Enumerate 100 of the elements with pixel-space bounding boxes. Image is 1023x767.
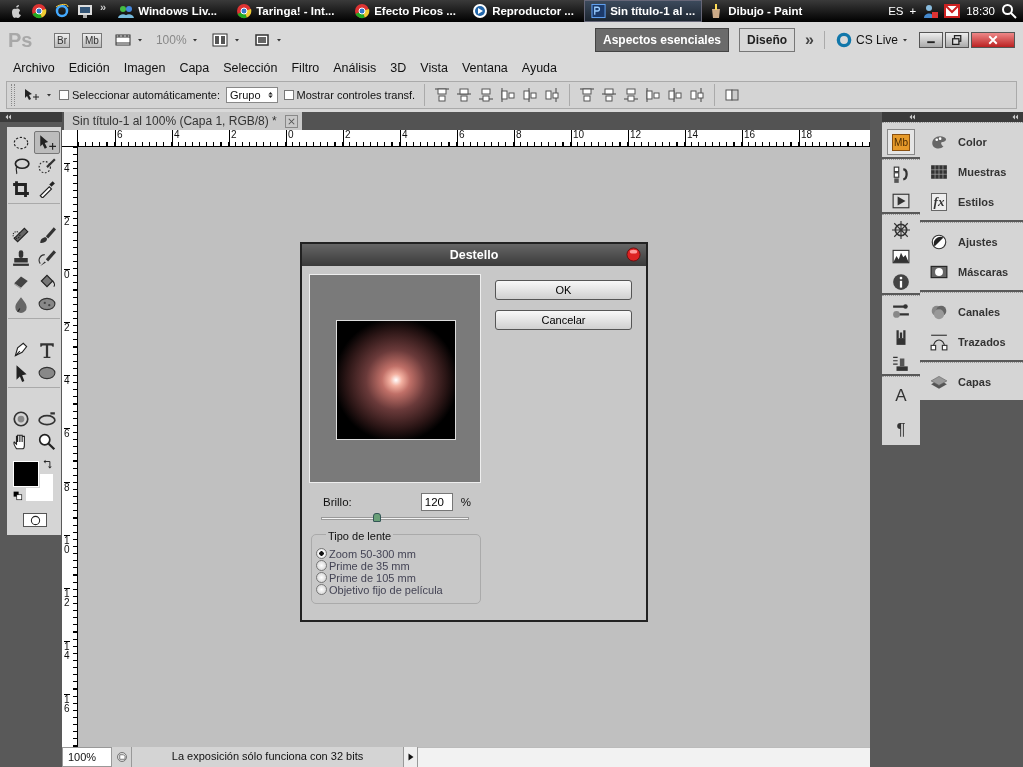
film-strip-icon[interactable] [113, 32, 132, 48]
caret-icon[interactable] [274, 36, 283, 44]
round-logo-icon[interactable] [31, 3, 47, 19]
character-button[interactable]: A [887, 383, 915, 409]
play-icon[interactable] [892, 192, 910, 210]
distribute-icon[interactable] [579, 87, 596, 103]
checkbox[interactable]: Mostrar controles transf. [283, 89, 416, 101]
taskbar-button[interactable]: Reproductor ... [466, 0, 585, 22]
panel-tab[interactable]: fx Estilos [920, 187, 1023, 217]
foreground-color-swatch[interactable] [13, 461, 39, 487]
distribute-icon[interactable] [645, 87, 662, 103]
close-button[interactable] [971, 32, 1015, 48]
swap-icon[interactable] [43, 459, 53, 469]
align-icon[interactable] [478, 87, 495, 103]
document-tab[interactable]: Sin título-1 al 100% (Capa 1, RGB/8) * [64, 112, 302, 130]
panel-tab[interactable]: Canales [920, 297, 1023, 327]
panel-tab[interactable]: Color [920, 127, 1023, 157]
distribute-icon[interactable] [601, 87, 618, 103]
quick-mask-button[interactable] [23, 513, 47, 527]
zoom-field[interactable]: 100% [62, 747, 112, 767]
cs-live-button[interactable]: CS Live [855, 33, 898, 47]
bridge-button[interactable]: Br [54, 32, 70, 48]
horizontal-scrollbar[interactable] [418, 747, 870, 767]
select-field[interactable]: Grupo [225, 87, 278, 103]
menu-item[interactable]: 3D [383, 61, 414, 75]
menu-item[interactable]: Archivo [6, 61, 62, 75]
align-icon[interactable] [522, 87, 539, 103]
brightness-input[interactable]: 120 [420, 493, 453, 511]
align-icon[interactable] [434, 87, 451, 103]
default-colors-icon[interactable] [13, 491, 23, 501]
checkbox[interactable]: Seleccionar automáticamente: [59, 89, 220, 101]
distribute-icon[interactable] [623, 87, 640, 103]
plus-button[interactable]: + [909, 5, 917, 17]
radio-option[interactable]: Zoom 50-300 mm [316, 546, 416, 561]
tool-button[interactable] [34, 131, 60, 154]
caret-icon[interactable] [190, 36, 199, 44]
tool-presets-icon[interactable] [892, 354, 910, 372]
menu-item[interactable]: Ayuda [514, 61, 564, 75]
cancel-button[interactable]: Cancelar [495, 310, 632, 330]
menu-item[interactable]: Edición [61, 61, 117, 75]
taskbar-button[interactable]: Efecto Picos ... [348, 0, 467, 22]
status-menu-icon[interactable] [115, 751, 128, 763]
menu-item[interactable]: Análisis [326, 61, 384, 75]
menu-item[interactable]: Capa [172, 61, 217, 75]
search-icon[interactable] [1001, 3, 1017, 19]
slider-thumb[interactable] [373, 513, 382, 522]
language-indicator[interactable]: ES [888, 5, 904, 17]
align-icon[interactable] [456, 87, 473, 103]
mini-bridge-button[interactable]: Mb [887, 129, 915, 155]
mail-icon[interactable] [944, 3, 961, 19]
menu-item[interactable]: Selección [216, 61, 285, 75]
monitor-icon[interactable] [77, 3, 93, 19]
close-icon[interactable] [626, 247, 641, 262]
distribute-icon[interactable] [689, 87, 706, 103]
user-icon[interactable] [922, 3, 939, 19]
panel-tab[interactable]: Ajustes [920, 227, 1023, 257]
info-icon[interactable] [892, 273, 910, 291]
taskbar-button[interactable]: Dibujo - Paint [702, 0, 821, 22]
mini-bridge-button[interactable]: Mb [82, 32, 102, 48]
taskbar-button[interactable]: Sin título-1 al ... [584, 0, 703, 22]
more-button[interactable]: » [100, 1, 107, 13]
bandage-icon [12, 225, 30, 244]
history-icon[interactable] [892, 166, 910, 184]
wheel-icon[interactable] [892, 221, 910, 239]
caret-icon[interactable] [45, 91, 53, 99]
distribute-icon[interactable] [667, 87, 684, 103]
caret-icon[interactable] [901, 36, 909, 44]
panel-tab[interactable]: Trazados [920, 327, 1023, 357]
caret-icon[interactable] [135, 36, 144, 44]
align-icon[interactable] [544, 87, 561, 103]
ok-button[interactable]: OK [495, 280, 632, 300]
radio-option[interactable]: Prime de 35 mm [316, 558, 410, 573]
flare-preview[interactable] [336, 320, 456, 440]
caret-icon[interactable] [232, 36, 241, 44]
menu-item[interactable]: Imagen [116, 61, 173, 75]
radio-option[interactable]: Objetivo fijo de película [316, 582, 443, 597]
auto-align-icon[interactable] [724, 87, 741, 103]
minimize-button[interactable] [919, 32, 943, 48]
taskbar-button[interactable]: Taringa! - Int... [230, 0, 349, 22]
menu-item[interactable]: Vista [413, 61, 455, 75]
panel-tab[interactable]: Muestras [920, 157, 1023, 187]
restore-button[interactable] [945, 32, 969, 48]
zoom-icon [38, 432, 56, 451]
panel-tab[interactable]: Capas [920, 367, 1023, 397]
arrange-icon[interactable] [210, 32, 229, 48]
screen-mode-icon[interactable] [252, 32, 271, 48]
play-icon[interactable] [406, 752, 415, 762]
paragraph-button[interactable]: ¶ [887, 417, 915, 443]
menu-item[interactable]: Filtro [284, 61, 327, 75]
brush-presets-icon[interactable] [892, 302, 910, 320]
workspace-button[interactable]: Aspectos esenciales [594, 28, 730, 52]
align-icon[interactable] [500, 87, 517, 103]
panel-tab[interactable]: Máscaras [920, 257, 1023, 287]
workspace-button[interactable]: Diseño [739, 28, 796, 52]
histogram-icon[interactable] [892, 247, 910, 265]
taskbar-button[interactable]: Windows Liv... [112, 0, 231, 22]
more-button[interactable]: » [805, 31, 814, 49]
radio-option[interactable]: Prime de 105 mm [316, 570, 416, 585]
menu-item[interactable]: Ventana [454, 61, 515, 75]
background-color-swatch[interactable] [26, 474, 53, 501]
